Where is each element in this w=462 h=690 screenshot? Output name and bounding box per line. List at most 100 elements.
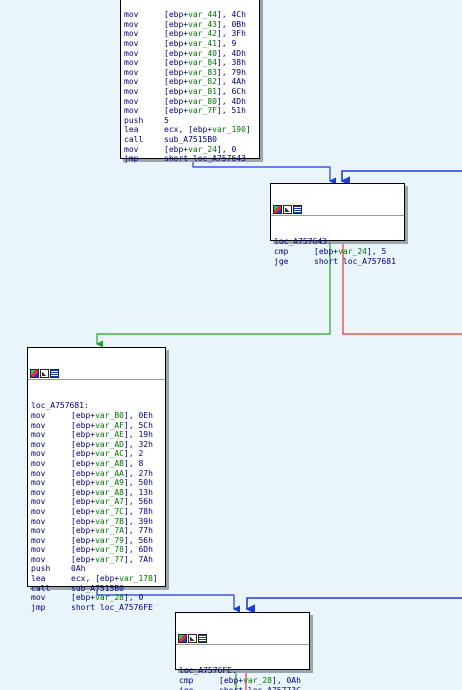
instruction-line[interactable]: call sub_A7515B0 — [31, 584, 162, 594]
instruction-line[interactable]: mov [ebp+var_81], 6Ch — [124, 87, 256, 97]
instruction-line[interactable]: mov [ebp+var_A9], 50h — [31, 478, 162, 488]
stack-variable[interactable]: var_44 — [188, 10, 217, 19]
graph-icon[interactable] — [188, 633, 197, 643]
stack-variable[interactable]: var_43 — [188, 20, 217, 29]
instruction-line[interactable]: mov [ebp+var_AE], 19h — [31, 430, 162, 440]
list-icon[interactable] — [198, 633, 207, 643]
instruction-line[interactable]: mov [ebp+var_28], 0 — [31, 593, 162, 603]
stack-variable[interactable]: var_7C — [95, 507, 124, 516]
list-icon[interactable] — [50, 368, 59, 378]
stack-variable[interactable]: var_190 — [212, 125, 246, 134]
instruction-line[interactable]: mov [ebp+var_7F], 51h — [124, 106, 256, 116]
stack-variable[interactable]: var_A8 — [95, 488, 124, 497]
list-icon[interactable] — [293, 204, 302, 214]
stack-variable[interactable]: var_82 — [188, 77, 217, 86]
code-block-1[interactable]: mov [ebp+var_44], 4Ch mov [ebp+var_43], 0Bh… — [120, 0, 260, 163]
instruction-line[interactable]: mov [ebp+var_77], 7Ah — [31, 555, 162, 565]
mnemonic: push — [31, 564, 51, 574]
instruction-line[interactable]: push 5 — [124, 116, 256, 126]
stack-variable[interactable]: var_AC — [95, 449, 124, 458]
instruction-line[interactable]: mov [ebp+var_7B], 39h — [31, 517, 162, 527]
stack-variable[interactable]: var_24 — [188, 145, 217, 154]
block-label[interactable]: loc_A757643: — [274, 237, 401, 247]
instruction-line[interactable]: cmp [ebp+var_28], 0Ah — [179, 676, 306, 686]
instruction-line[interactable]: mov [ebp+var_79], 56h — [31, 536, 162, 546]
stack-variable[interactable]: var_80 — [188, 97, 217, 106]
stack-variable[interactable]: var_42 — [188, 29, 217, 38]
stack-variable[interactable]: var_7A — [95, 526, 124, 535]
instruction-line[interactable]: mov [ebp+var_41], 9 — [124, 39, 256, 49]
instruction-line[interactable]: mov [ebp+var_44], 4Ch — [124, 10, 256, 20]
instruction-line[interactable]: mov [ebp+var_40], 4Dh — [124, 49, 256, 59]
instruction-line[interactable]: jmp short loc_A757643 — [124, 154, 256, 164]
stack-variable[interactable]: var_79 — [95, 536, 124, 545]
instruction-line[interactable]: mov [ebp+var_AA], 27h — [31, 469, 162, 479]
stack-variable[interactable]: var_178 — [119, 574, 153, 583]
color-icon[interactable] — [30, 368, 39, 378]
mnemonic: call — [124, 134, 144, 144]
stack-variable[interactable]: var_41 — [188, 39, 217, 48]
stack-variable[interactable]: var_84 — [188, 58, 217, 67]
operand: [ebp+ — [71, 478, 96, 488]
instruction-line[interactable]: call sub_A7515B0 — [124, 135, 256, 145]
instruction-line[interactable]: mov [ebp+var_A7], 56h — [31, 497, 162, 507]
instruction-line[interactable]: mov [ebp+var_A8], 13h — [31, 488, 162, 498]
stack-variable[interactable]: var_AD — [95, 440, 124, 449]
graph-canvas[interactable]: mov [ebp+var_44], 4Ch mov [ebp+var_43], 0Bh… — [0, 0, 462, 690]
instruction-line[interactable]: mov [ebp+var_AC], 2 — [31, 449, 162, 459]
instruction-line[interactable]: jmp short loc_A7576FE — [31, 603, 162, 613]
mnemonic: mov — [31, 506, 46, 516]
instruction-line[interactable]: mov [ebp+var_42], 3Fh — [124, 29, 256, 39]
instruction-line[interactable]: lea ecx, [ebp+var_178] — [31, 574, 162, 584]
operand: ], 8 — [124, 458, 144, 468]
stack-variable[interactable]: var_24 — [338, 247, 367, 256]
stack-variable[interactable]: var_AF — [95, 421, 124, 430]
stack-variable[interactable]: var_28 — [95, 593, 124, 602]
instruction-line[interactable]: mov [ebp+var_AD], 32h — [31, 440, 162, 450]
instruction-line[interactable]: mov [ebp+var_7A], 77h — [31, 526, 162, 536]
stack-variable[interactable]: var_7B — [95, 517, 124, 526]
instruction-line[interactable]: mov [ebp+var_84], 38h — [124, 58, 256, 68]
stack-variable[interactable]: var_77 — [95, 555, 124, 564]
code-block-loc-A7576FE[interactable]: loc_A7576FE:cmp[ebp+var_28], 0Ahjgeshort… — [175, 612, 310, 690]
stack-variable[interactable]: var_AE — [95, 430, 124, 439]
instruction-line[interactable]: mov [ebp+var_78], 6Dh — [31, 545, 162, 555]
instruction-line[interactable]: mov [ebp+var_AB], 8 — [31, 459, 162, 469]
instruction-line[interactable]: jgeshort loc_A75773C — [179, 686, 306, 690]
code-block-loc-A757681[interactable]: loc_A757681: mov [ebp+var_B0], 0Eh mov [ebp+… — [27, 347, 166, 612]
stack-variable[interactable]: var_A7 — [95, 497, 124, 506]
instruction-line[interactable]: mov [ebp+var_AF], 5Ch — [31, 421, 162, 431]
block-label[interactable]: loc_A7576FE: — [179, 666, 306, 676]
stack-variable[interactable]: var_81 — [188, 87, 217, 96]
graph-icon[interactable] — [283, 204, 292, 214]
instruction-line[interactable]: mov [ebp+var_B0], 0Eh — [31, 411, 162, 421]
stack-variable[interactable]: var_B0 — [95, 411, 124, 420]
operand: ecx, [ebp+ — [164, 125, 213, 135]
instruction-line[interactable]: mov [ebp+var_83], 79h — [124, 68, 256, 78]
instruction-line[interactable]: mov [ebp+var_43], 0Bh — [124, 20, 256, 30]
instruction-line[interactable]: mov [ebp+var_82], 4Ah — [124, 77, 256, 87]
stack-variable[interactable]: var_AB — [95, 459, 124, 468]
instruction-line[interactable]: mov [ebp+var_80], 4Dh — [124, 97, 256, 107]
operand: sub_A7515B0 — [164, 134, 217, 144]
instruction-line[interactable]: mov [ebp+var_24], 0 — [124, 145, 256, 155]
color-icon[interactable] — [178, 633, 187, 643]
stack-variable[interactable]: var_A9 — [95, 478, 124, 487]
stack-variable[interactable]: var_28 — [243, 676, 272, 685]
stack-variable[interactable]: var_78 — [95, 545, 124, 554]
instruction-line[interactable]: push 0Ah — [31, 564, 162, 574]
code-block-loc-A757643[interactable]: loc_A757643: cmp [ebp+var_24], 5 jge short l… — [270, 183, 405, 266]
stack-variable[interactable]: var_AA — [95, 469, 124, 478]
stack-variable[interactable]: var_7F — [188, 106, 217, 115]
instruction-line[interactable]: cmp [ebp+var_24], 5 — [274, 247, 401, 257]
instruction-line[interactable]: lea ecx, [ebp+var_190] — [124, 125, 256, 135]
color-icon[interactable] — [273, 204, 282, 214]
operand: [ebp+ — [164, 144, 189, 154]
block-label[interactable]: loc_A757681: — [31, 401, 162, 411]
instruction-line[interactable]: jge short loc_A757681 — [274, 257, 401, 267]
graph-icon[interactable] — [40, 368, 49, 378]
instruction-line[interactable]: mov [ebp+var_7C], 78h — [31, 507, 162, 517]
mnemonic: mov — [124, 77, 139, 87]
stack-variable[interactable]: var_83 — [188, 68, 217, 77]
stack-variable[interactable]: var_40 — [188, 49, 217, 58]
